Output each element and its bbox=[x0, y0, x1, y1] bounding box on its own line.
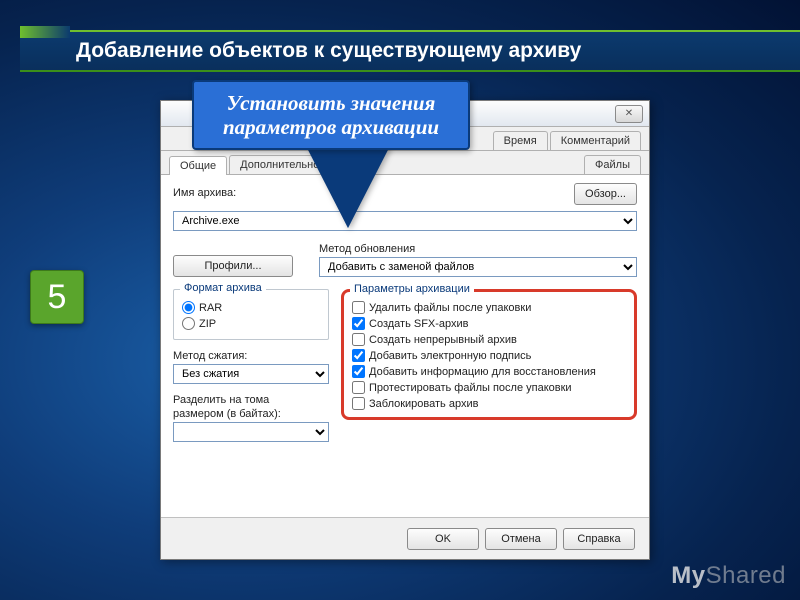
callout-arrow-icon bbox=[308, 148, 388, 228]
btn-label: Справка bbox=[577, 533, 620, 545]
tab-label: Файлы bbox=[595, 159, 630, 171]
format-rar[interactable]: RAR bbox=[182, 301, 320, 314]
checkbox[interactable] bbox=[352, 349, 365, 362]
param-test[interactable]: Протестировать файлы после упаковки bbox=[352, 381, 626, 394]
update-method-label: Метод обновления bbox=[319, 243, 637, 255]
checkbox[interactable] bbox=[352, 333, 365, 346]
browse-button[interactable]: Обзор... bbox=[574, 183, 637, 205]
tab-comment[interactable]: Комментарий bbox=[550, 131, 641, 150]
winrar-dialog: ✕ Время Комментарий Общие Дополнительно … bbox=[160, 100, 650, 560]
checkbox[interactable] bbox=[352, 365, 365, 378]
btn-label: Обзор... bbox=[585, 188, 626, 200]
radio-zip[interactable] bbox=[182, 317, 195, 330]
param-delete-after[interactable]: Удалить файлы после упаковки bbox=[352, 301, 626, 314]
btn-label: Профили... bbox=[204, 260, 261, 272]
profiles-button[interactable]: Профили... bbox=[173, 255, 293, 277]
help-button[interactable]: Справка bbox=[563, 528, 635, 550]
split-label-2: размером (в байтах): bbox=[173, 408, 329, 420]
ok-button[interactable]: OK bbox=[407, 528, 479, 550]
cancel-button[interactable]: Отмена bbox=[485, 528, 557, 550]
checkbox[interactable] bbox=[352, 381, 365, 394]
btn-label: OK bbox=[435, 533, 451, 545]
watermark: MyShared bbox=[671, 562, 786, 590]
tab-files[interactable]: Файлы bbox=[584, 155, 641, 174]
radio-label: RAR bbox=[199, 302, 222, 314]
archive-name-label: Имя архива: bbox=[173, 187, 236, 199]
archive-params-group: Параметры архивации Удалить файлы после … bbox=[341, 289, 637, 420]
param-solid[interactable]: Создать непрерывный архив bbox=[352, 333, 626, 346]
checkbox[interactable] bbox=[352, 397, 365, 410]
checkbox[interactable] bbox=[352, 301, 365, 314]
archive-format-group: Формат архива RAR ZIP bbox=[173, 289, 329, 340]
param-signature[interactable]: Добавить электронную подпись bbox=[352, 349, 626, 362]
dialog-button-bar: OK Отмена Справка bbox=[161, 517, 649, 559]
compression-label: Метод сжатия: bbox=[173, 350, 329, 362]
split-size-select[interactable] bbox=[173, 422, 329, 442]
callout-text: Установить значения параметров архивации bbox=[202, 91, 460, 139]
format-legend: Формат архива bbox=[180, 282, 266, 294]
watermark-light: Shared bbox=[706, 562, 786, 589]
step-number-badge: 5 bbox=[30, 270, 84, 324]
check-label: Добавить электронную подпись bbox=[369, 350, 531, 362]
slide-title-bar: Добавление объектов к существующему архи… bbox=[20, 30, 800, 72]
radio-label: ZIP bbox=[199, 318, 216, 330]
format-zip[interactable]: ZIP bbox=[182, 317, 320, 330]
check-label: Протестировать файлы после упаковки bbox=[369, 382, 572, 394]
archive-name-input[interactable]: Archive.exe bbox=[173, 211, 637, 231]
compression-select[interactable]: Без сжатия bbox=[173, 364, 329, 384]
params-legend: Параметры архивации bbox=[350, 283, 474, 295]
check-label: Удалить файлы после упаковки bbox=[369, 302, 531, 314]
param-lock[interactable]: Заблокировать архив bbox=[352, 397, 626, 410]
slide-title: Добавление объектов к существующему архи… bbox=[76, 39, 581, 63]
param-recovery[interactable]: Добавить информацию для восстановления bbox=[352, 365, 626, 378]
split-label-1: Разделить на тома bbox=[173, 394, 329, 406]
radio-rar[interactable] bbox=[182, 301, 195, 314]
check-label: Создать непрерывный архив bbox=[369, 334, 517, 346]
step-number: 5 bbox=[48, 278, 67, 317]
dialog-body: Имя архива: Обзор... Archive.exe Профили… bbox=[161, 175, 649, 527]
watermark-bold: My bbox=[671, 562, 705, 589]
param-sfx[interactable]: Создать SFX-архив bbox=[352, 317, 626, 330]
instruction-callout: Установить значения параметров архивации bbox=[192, 80, 470, 150]
tab-label: Время bbox=[504, 135, 537, 147]
update-method-select[interactable]: Добавить с заменой файлов bbox=[319, 257, 637, 277]
tab-time[interactable]: Время bbox=[493, 131, 548, 150]
dialog-tabs-row2: Общие Дополнительно Файлы bbox=[161, 151, 649, 175]
check-label: Создать SFX-архив bbox=[369, 318, 469, 330]
checkbox[interactable] bbox=[352, 317, 365, 330]
tab-general[interactable]: Общие bbox=[169, 156, 227, 175]
tab-label: Общие bbox=[180, 160, 216, 172]
check-label: Добавить информацию для восстановления bbox=[369, 366, 596, 378]
btn-label: Отмена bbox=[501, 533, 540, 545]
close-icon[interactable]: ✕ bbox=[615, 105, 643, 123]
check-label: Заблокировать архив bbox=[369, 398, 478, 410]
tab-label: Комментарий bbox=[561, 135, 630, 147]
